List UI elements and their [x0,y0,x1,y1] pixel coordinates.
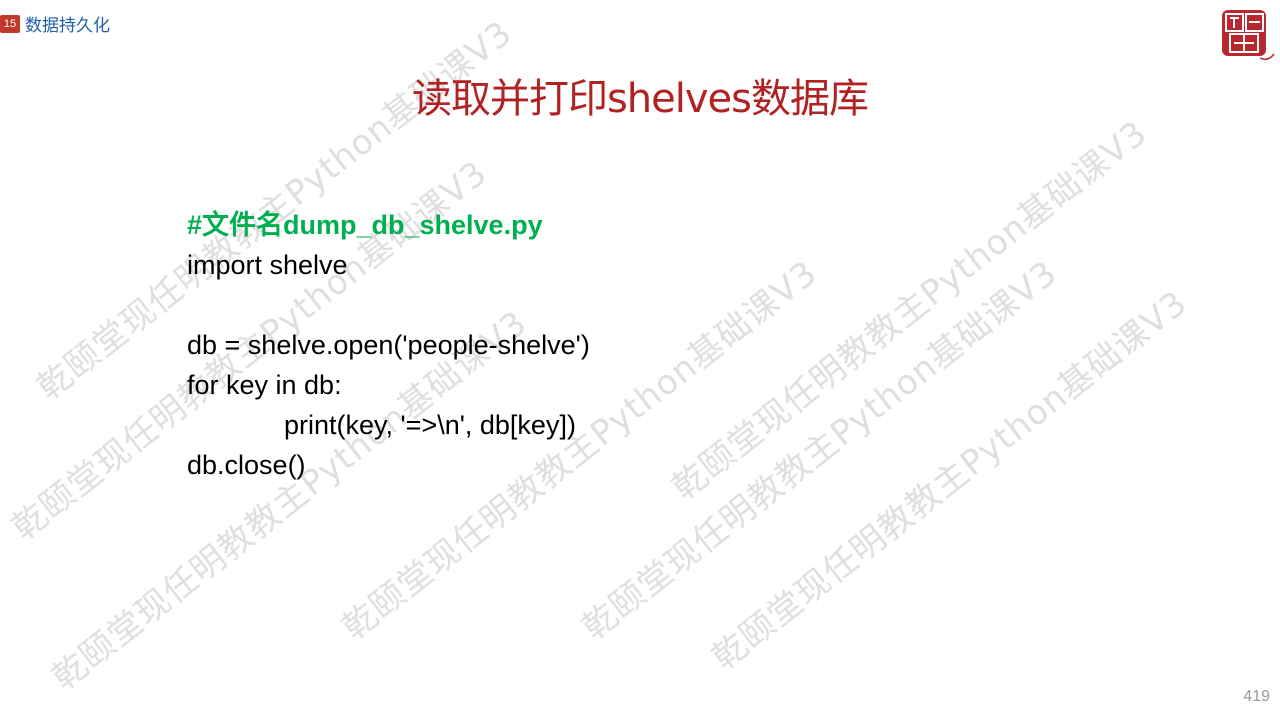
seal-logo-icon [1216,6,1276,64]
watermark-text: 乾颐堂现任明教教主Python基础课V3 [574,252,1065,649]
section-number-badge: 15 [0,14,20,33]
watermark-text: 乾颐堂现任明教教主Python基础课V3 [704,282,1195,679]
code-line: for key in db: [187,370,342,400]
code-line: import shelve [187,250,348,280]
slide: 乾颐堂现任明教教主Python基础课V3 乾颐堂现任明教教主Python基础课V… [0,0,1280,720]
slide-title: 读取并打印shelves数据库 [411,76,869,122]
code-comment: #文件名dump_db_shelve.py [187,210,543,240]
section-title: 数据持久化 [25,16,110,36]
code-block: #文件名dump_db_shelve.py import shelve db =… [187,205,590,485]
code-line: print(key, '=>\n', db[key]) [284,410,576,440]
code-line: db = shelve.open('people-shelve') [187,330,590,360]
watermark-text: 乾颐堂现任明教教主Python基础课V3 [664,112,1155,509]
code-line: db.close() [187,450,306,480]
section-tag: 15 数据持久化 [0,11,110,36]
page-number: 419 [1243,688,1270,705]
